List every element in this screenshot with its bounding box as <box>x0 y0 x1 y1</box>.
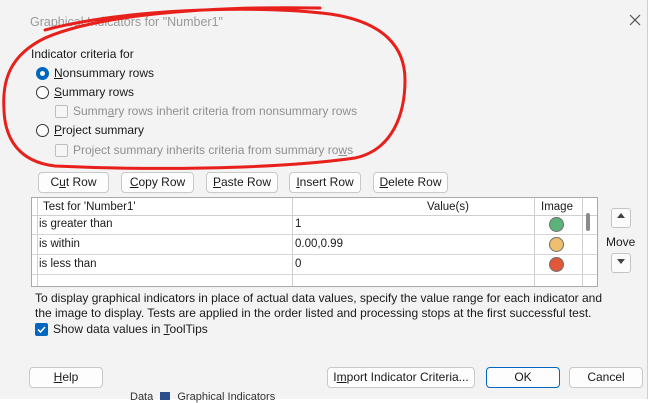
radio-project-label: Project summary <box>54 123 145 137</box>
value-cell[interactable]: 0.00,0.99 <box>295 235 343 255</box>
radio-selected-icon[interactable] <box>36 66 49 80</box>
radio-summary-rows[interactable]: Summary rows <box>36 85 134 99</box>
radio-icon[interactable] <box>36 123 49 137</box>
test-cell[interactable]: is within <box>39 235 80 255</box>
radio-nonsummary-label: Nonsummary rows <box>54 66 155 80</box>
checkbox-summary-inherit-label: Summary rows inherit criteria from nonsu… <box>73 104 358 118</box>
radio-project-summary[interactable]: Project summary <box>36 123 144 137</box>
header-test: Test for 'Number1' <box>43 201 136 213</box>
yellow-indicator-icon[interactable] <box>549 237 564 252</box>
value-cell[interactable]: 0 <box>295 255 301 275</box>
tooltips-checkbox[interactable]: Show data values in ToolTips <box>35 322 208 336</box>
copy-row-button[interactable]: Copy Row <box>121 172 194 193</box>
cancel-button[interactable]: Cancel <box>569 367 643 388</box>
info-text: To display graphical indicators in place… <box>35 291 603 320</box>
ok-button[interactable]: OK <box>486 367 560 388</box>
move-down-button[interactable] <box>611 253 631 273</box>
grid-scrollbar[interactable] <box>586 213 590 231</box>
close-icon[interactable] <box>627 12 643 28</box>
dialog-title: Graphical Indicators for "Number1" <box>30 15 223 29</box>
insert-row-button[interactable]: Insert Row <box>289 172 361 193</box>
radio-summary-label: Summary rows <box>54 85 135 99</box>
triangle-up-icon <box>617 213 625 218</box>
indicator-grid: Test for 'Number1' Value(s) Image is gre… <box>31 197 598 287</box>
import-criteria-button[interactable]: Import Indicator Criteria... <box>327 367 475 388</box>
checkbox-project-inherit-label: Project summary inherits criteria from s… <box>73 143 354 157</box>
test-cell[interactable]: is greater than <box>39 215 113 235</box>
background-window-edge <box>649 0 657 399</box>
checkbox-checked-icon[interactable] <box>35 322 48 336</box>
tooltips-label: Show data values in ToolTips <box>53 322 208 336</box>
checkbox-icon <box>55 143 68 157</box>
graphical-indicators-dialog: Graphical Indicators for "Number1" Indic… <box>0 0 648 399</box>
header-value: Value(s) <box>427 201 469 213</box>
radio-nonsummary-rows[interactable]: Nonsummary rows <box>36 66 154 80</box>
value-cell[interactable]: 1 <box>295 215 301 235</box>
green-indicator-icon[interactable] <box>549 217 564 232</box>
move-up-button[interactable] <box>611 208 631 228</box>
move-label: Move <box>606 235 636 249</box>
table-row[interactable]: is less than 0 <box>32 255 597 275</box>
help-button[interactable]: Help <box>29 367 103 388</box>
grid-header: Test for 'Number1' Value(s) Image <box>32 198 597 216</box>
criteria-group-label: Indicator criteria for <box>31 47 134 61</box>
paste-row-button[interactable]: Paste Row <box>206 172 278 193</box>
title-bar: Graphical Indicators for "Number1" <box>0 0 648 44</box>
checkbox-icon <box>55 104 68 118</box>
table-row[interactable]: is greater than 1 <box>32 215 597 235</box>
red-indicator-icon[interactable] <box>549 257 564 272</box>
checkbox-summary-inherit: Summary rows inherit criteria from nonsu… <box>55 104 357 118</box>
header-image: Image <box>541 201 573 213</box>
table-row[interactable]: is within 0.00,0.99 <box>32 235 597 255</box>
test-cell[interactable]: is less than <box>39 255 97 275</box>
triangle-down-icon <box>617 259 625 264</box>
delete-row-button[interactable]: Delete Row <box>373 172 448 193</box>
cut-row-button[interactable]: Cut Row <box>38 172 109 193</box>
radio-icon[interactable] <box>36 85 49 99</box>
checkbox-project-inherit: Project summary inherits criteria from s… <box>55 143 353 157</box>
background-ribbon-text: Data Graphical Indicators <box>130 391 276 403</box>
